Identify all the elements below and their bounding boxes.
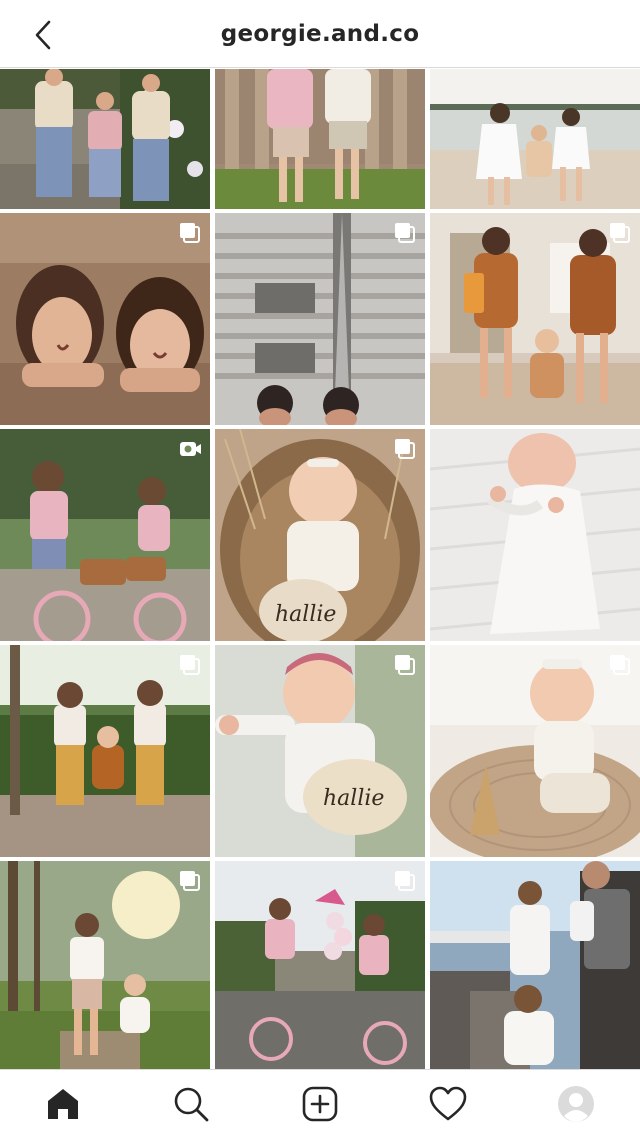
carousel-icon (395, 439, 415, 459)
carousel-icon (610, 223, 630, 243)
post-thumbnail[interactable] (215, 69, 425, 209)
post-thumbnail[interactable] (430, 645, 640, 857)
search-icon (174, 1087, 209, 1122)
tab-activity[interactable] (426, 1082, 470, 1126)
post-thumbnail[interactable] (0, 213, 210, 425)
post-thumbnail[interactable]: hallie (215, 429, 425, 641)
post-thumbnail[interactable] (430, 69, 640, 209)
carousel-icon (180, 223, 200, 243)
svg-text:hallie: hallie (323, 786, 384, 811)
new-post-icon (302, 1086, 338, 1122)
post-thumbnail[interactable] (215, 861, 425, 1069)
post-thumbnail[interactable] (430, 861, 640, 1069)
post-thumbnail[interactable] (215, 213, 425, 425)
post-photo (430, 69, 640, 209)
post-thumbnail[interactable] (0, 429, 210, 641)
posts-grid: hallie hallie (0, 69, 640, 1069)
profile-avatar-icon (558, 1086, 594, 1122)
post-photo (430, 861, 640, 1069)
tab-home[interactable] (41, 1082, 85, 1126)
video-icon (180, 442, 201, 456)
bottom-tab-bar (0, 1069, 640, 1138)
activity-heart-icon (429, 1086, 467, 1121)
page-title: georgie.and.co (220, 20, 420, 47)
carousel-icon (180, 871, 200, 891)
post-thumbnail[interactable] (0, 861, 210, 1069)
post-thumbnail[interactable] (430, 213, 640, 425)
post-thumbnail[interactable]: hallie (215, 645, 425, 857)
post-photo (215, 69, 425, 209)
tab-new-post[interactable] (298, 1082, 342, 1126)
post-thumbnail[interactable] (0, 69, 210, 209)
carousel-icon (180, 655, 200, 675)
post-photo (430, 429, 640, 641)
carousel-icon (395, 223, 415, 243)
post-thumbnail[interactable] (430, 429, 640, 641)
tab-profile[interactable] (554, 1082, 598, 1126)
back-button[interactable] (26, 18, 60, 52)
post-thumbnail[interactable] (0, 645, 210, 857)
tab-search[interactable] (169, 1082, 213, 1126)
post-photo (0, 69, 210, 209)
profile-header: georgie.and.co (0, 0, 640, 68)
carousel-icon (395, 871, 415, 891)
carousel-icon (610, 655, 630, 675)
home-icon (48, 1089, 78, 1119)
chevron-left-icon (35, 20, 51, 50)
carousel-icon (395, 655, 415, 675)
svg-text:hallie: hallie (275, 602, 336, 627)
